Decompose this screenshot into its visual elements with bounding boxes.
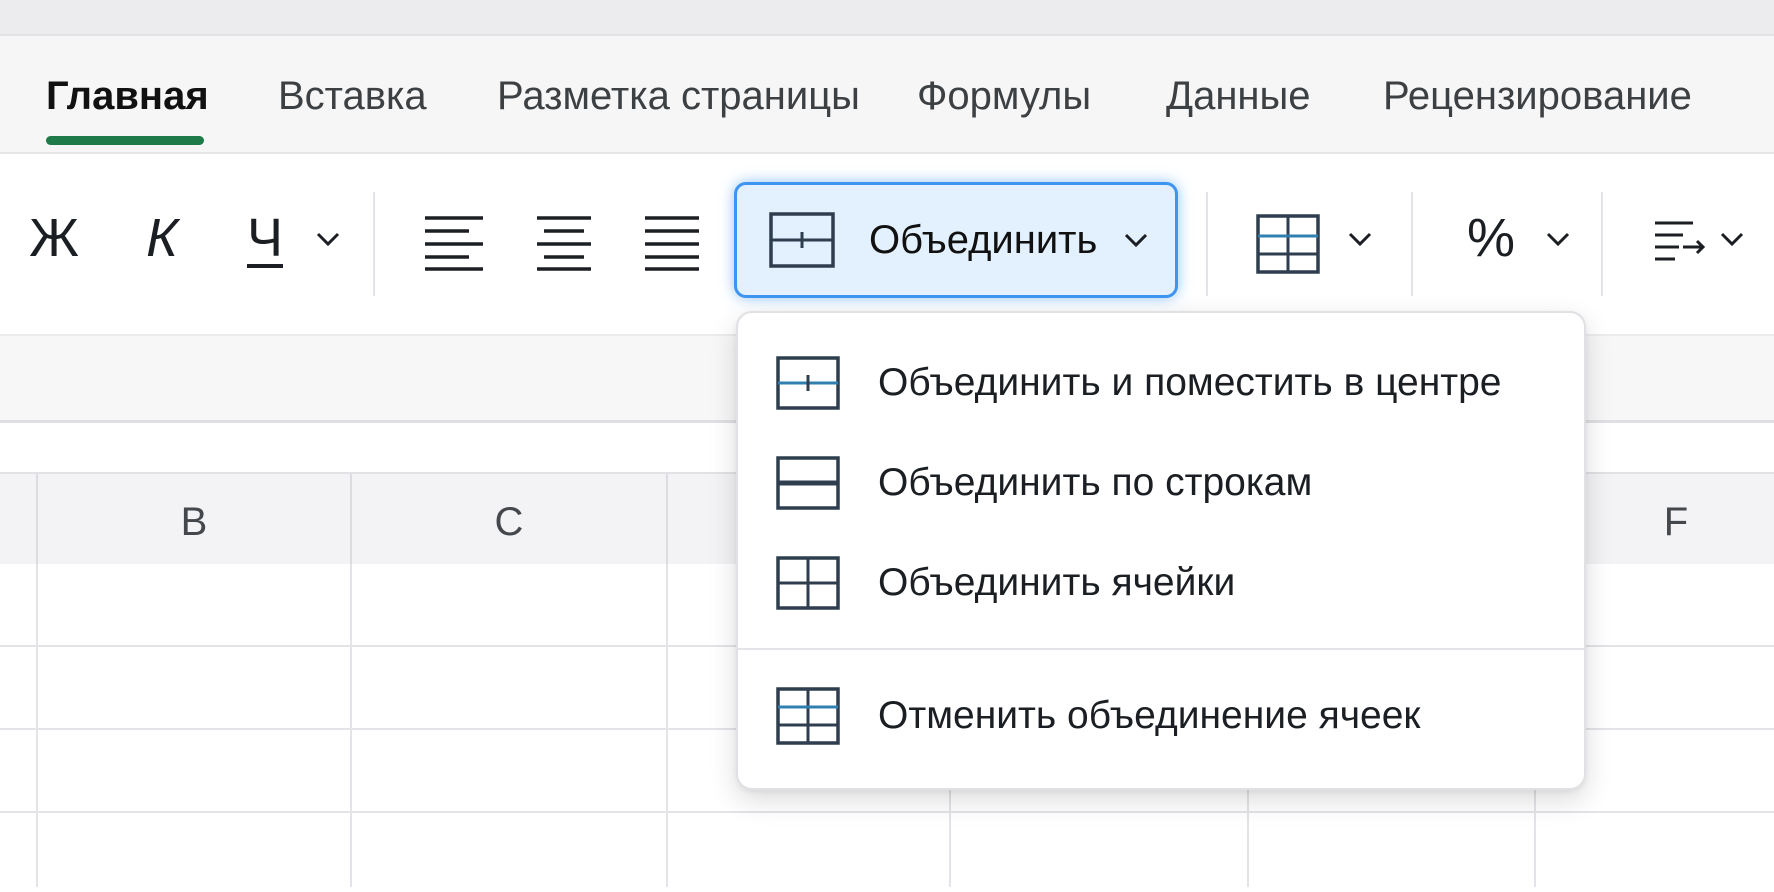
menu-item-label: Объединить ячейки (878, 561, 1236, 604)
italic-label: К (146, 208, 178, 268)
column-divider (666, 474, 668, 564)
borders-icon (1256, 214, 1320, 274)
tab-home[interactable]: Главная (46, 74, 209, 119)
menu-item-unmerge-cells[interactable]: Отменить объединение ячеек (738, 668, 1584, 764)
borders-button[interactable] (1248, 204, 1328, 284)
justify-icon (645, 216, 699, 271)
underline-label: Ч (247, 208, 283, 268)
chevron-down-icon (1546, 232, 1570, 247)
bold-button[interactable]: Ж (18, 192, 90, 284)
merge-center-icon (776, 356, 840, 410)
align-center-icon (537, 216, 591, 271)
menu-separator (738, 648, 1584, 650)
tab-data[interactable]: Данные (1166, 74, 1311, 119)
merge-button[interactable]: Объединить (734, 182, 1178, 298)
tab-page-layout[interactable]: Разметка страницы (497, 74, 860, 119)
align-left-icon (425, 216, 483, 271)
wrap-text-dropdown[interactable] (1712, 212, 1752, 266)
merge-across-icon (776, 456, 840, 510)
merge-center-icon (769, 212, 835, 268)
column-header-b[interactable]: B (38, 500, 350, 545)
wrap-text-icon (1655, 221, 1706, 261)
align-right-button[interactable] (634, 204, 710, 282)
tab-review[interactable]: Рецензирование (1383, 74, 1692, 119)
underline-button[interactable]: Ч (232, 192, 298, 284)
align-center-button[interactable] (526, 204, 602, 282)
wrap-text-button[interactable] (1648, 212, 1712, 276)
percent-label: % (1466, 208, 1515, 268)
tab-insert[interactable]: Вставка (278, 74, 427, 119)
toolbar-separator (1206, 192, 1208, 296)
tab-formulas[interactable]: Формулы (917, 74, 1091, 119)
merge-dropdown-menu: Объединить и поместить в центре Объедини… (736, 311, 1586, 790)
menu-item-merge-across[interactable]: Объединить по строкам (738, 435, 1584, 531)
toolbar-separator (1411, 192, 1413, 296)
borders-dropdown[interactable] (1338, 212, 1382, 266)
menu-item-merge-cells[interactable]: Объединить ячейки (738, 535, 1584, 631)
menu-item-label: Объединить и поместить в центре (878, 361, 1502, 404)
merge-button-label: Объединить (869, 217, 1098, 262)
chevron-down-icon (316, 232, 340, 247)
number-format-dropdown[interactable] (1536, 212, 1580, 266)
chevron-down-icon (1348, 232, 1372, 247)
column-header-c[interactable]: C (352, 500, 666, 545)
chevron-down-icon (1720, 232, 1744, 247)
window-top-strip (0, 0, 1774, 36)
percent-format-button[interactable]: % (1454, 192, 1528, 284)
unmerge-cells-icon (776, 687, 840, 745)
ribbon-tab-bar: Главная Вставка Разметка страницы Формул… (0, 36, 1774, 154)
italic-button[interactable]: К (126, 192, 198, 284)
toolbar-separator (1601, 192, 1603, 296)
ribbon-toolbar: Ж К Ч Объединить % (0, 154, 1774, 336)
menu-item-label: Отменить объединение ячеек (878, 694, 1421, 737)
merge-cells-icon (776, 556, 840, 610)
menu-item-label: Объединить по строкам (878, 461, 1313, 504)
bold-label: Ж (29, 208, 79, 268)
active-tab-indicator (46, 136, 204, 145)
align-left-button[interactable] (416, 204, 492, 282)
underline-options-dropdown[interactable] (306, 212, 350, 266)
toolbar-separator (373, 192, 375, 296)
menu-item-merge-and-center[interactable]: Объединить и поместить в центре (738, 335, 1584, 431)
chevron-down-icon (1125, 233, 1148, 248)
